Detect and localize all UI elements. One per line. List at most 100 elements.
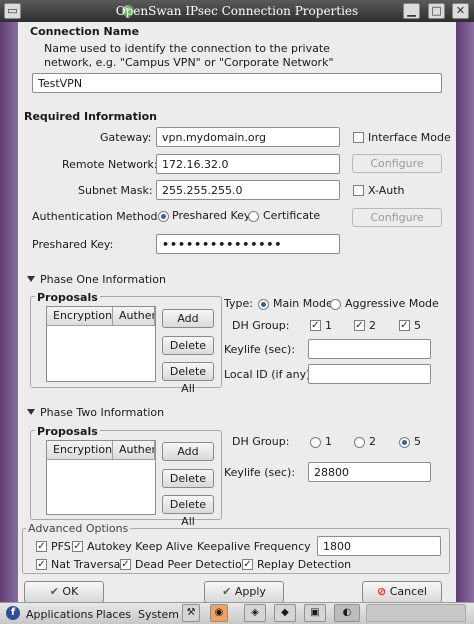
phase-two-delete-button[interactable]: Delete bbox=[162, 469, 214, 488]
local-id-field[interactable] bbox=[308, 364, 431, 384]
configure-interface-button[interactable]: Configure bbox=[352, 154, 442, 173]
interface-mode-checkbox[interactable] bbox=[353, 132, 364, 143]
taskbar-window-3-icon[interactable]: ▣ bbox=[304, 604, 326, 622]
phase-two-expander[interactable]: Phase Two Information bbox=[40, 406, 164, 419]
close-button[interactable]: ✕ bbox=[452, 3, 469, 19]
type-aggressive-radio[interactable] bbox=[330, 299, 341, 310]
local-id-label: Local ID (if any): bbox=[224, 368, 315, 381]
taskbar-openswan-window-icon[interactable]: ◐ bbox=[334, 604, 360, 622]
type-main-mode-label: Main Mode bbox=[273, 297, 333, 310]
phase-one-col-auth[interactable]: Authen bbox=[113, 307, 155, 326]
connection-name-heading: Connection Name bbox=[30, 25, 140, 38]
pfs-checkbox[interactable]: ✓ bbox=[36, 541, 47, 552]
phase-two-col-encryption[interactable]: Encryption bbox=[47, 441, 113, 460]
auth-psk-label: Preshared Key bbox=[172, 209, 251, 222]
phase-two-expander-icon[interactable] bbox=[27, 409, 35, 415]
phase-two-dh2-radio[interactable] bbox=[354, 437, 365, 448]
phase-two-keylife-field[interactable]: 28800 bbox=[308, 462, 431, 482]
x-auth-label: X-Auth bbox=[368, 184, 405, 197]
keepalive-field[interactable]: 1800 bbox=[317, 536, 441, 556]
connection-name-field[interactable]: TestVPN bbox=[32, 73, 442, 93]
interface-mode-label: Interface Mode bbox=[368, 131, 451, 144]
type-aggressive-label: Aggressive Mode bbox=[345, 297, 439, 310]
phase-two-dh5-label: 5 bbox=[414, 435, 421, 448]
remote-network-field[interactable]: 172.16.32.0 bbox=[156, 154, 340, 174]
phase-one-dh5-label: 5 bbox=[414, 319, 421, 332]
phase-one-delete-all-button[interactable]: Delete All bbox=[162, 362, 214, 395]
firefox-launcher-icon[interactable]: ◉ bbox=[210, 604, 228, 622]
dpd-checkbox[interactable]: ✓ bbox=[120, 559, 131, 570]
minimize-button[interactable]: ▁ bbox=[403, 3, 420, 19]
cancel-button[interactable]: ⊘ Cancel bbox=[362, 581, 442, 603]
replay-detection-label: Replay Detection bbox=[257, 558, 352, 571]
phase-one-keylife-label: Keylife (sec): bbox=[224, 343, 296, 356]
x-auth-checkbox[interactable] bbox=[353, 185, 364, 196]
phase-two-dh5-radio[interactable] bbox=[399, 437, 410, 448]
phase-one-expander[interactable]: Phase One Information bbox=[40, 273, 166, 286]
applications-menu[interactable]: Applications bbox=[26, 608, 93, 621]
autokey-label: Autokey Keep Alive bbox=[87, 540, 193, 553]
subnet-mask-label: Subnet Mask: bbox=[78, 184, 153, 197]
cancel-label: Cancel bbox=[389, 585, 427, 598]
auth-certificate-label: Certificate bbox=[263, 209, 321, 222]
replay-detection-checkbox[interactable]: ✓ bbox=[242, 559, 253, 570]
phase-one-dh-label: DH Group: bbox=[232, 319, 290, 332]
phase-two-add-button[interactable]: Add bbox=[162, 442, 214, 461]
preshared-key-label: Preshared Key: bbox=[32, 238, 114, 251]
taskbar-window-1-icon[interactable]: ◈ bbox=[244, 604, 266, 622]
ok-button[interactable]: ✔ OK bbox=[24, 581, 104, 603]
pfs-label: PFS bbox=[51, 540, 71, 553]
phase-one-dh1-label: 1 bbox=[325, 319, 332, 332]
required-info-heading: Required Information bbox=[24, 110, 157, 123]
desktop-background-left bbox=[0, 22, 18, 608]
system-menu[interactable]: System bbox=[138, 608, 179, 621]
keepalive-label: Keepalive Frequency bbox=[197, 540, 311, 553]
phase-one-col-encryption[interactable]: Encryption bbox=[47, 307, 113, 326]
subnet-mask-field[interactable]: 255.255.255.0 bbox=[156, 180, 340, 200]
gateway-label: Gateway: bbox=[100, 131, 152, 144]
phase-one-dh2-checkbox[interactable]: ✓ bbox=[354, 320, 365, 331]
apply-button[interactable]: ✔ Apply bbox=[204, 581, 284, 603]
gateway-field[interactable]: vpn.mydomain.org bbox=[156, 127, 340, 147]
phase-one-dh2-label: 2 bbox=[369, 319, 376, 332]
preshared-key-field[interactable]: ••••••••••••••• bbox=[156, 234, 340, 254]
nat-traversal-checkbox[interactable]: ✓ bbox=[36, 559, 47, 570]
maximize-button[interactable]: □ bbox=[428, 3, 445, 19]
phase-one-dh5-checkbox[interactable]: ✓ bbox=[399, 320, 410, 331]
nat-traversal-label: Nat Traversal bbox=[51, 558, 124, 571]
phase-one-dh1-checkbox[interactable]: ✓ bbox=[310, 320, 321, 331]
auth-certificate-radio[interactable] bbox=[248, 211, 259, 222]
taskbar-empty-slot bbox=[366, 604, 466, 622]
cancel-icon: ⊘ bbox=[377, 585, 387, 598]
ok-icon: ✔ bbox=[49, 585, 59, 598]
phase-one-keylife-field[interactable] bbox=[308, 339, 431, 359]
phase-two-dh1-label: 1 bbox=[325, 435, 332, 448]
places-menu[interactable]: Places bbox=[96, 608, 131, 621]
remote-network-label: Remote Network: bbox=[62, 158, 158, 171]
phase-one-proposals-title: Proposals bbox=[35, 291, 100, 304]
launcher-tool-icon[interactable]: ⚒ bbox=[182, 604, 200, 622]
auth-method-label: Authentication Method: bbox=[32, 210, 162, 223]
autokey-checkbox[interactable]: ✓ bbox=[72, 541, 83, 552]
connection-name-help-line2: network, e.g. "Campus VPN" or "Corporate… bbox=[44, 56, 334, 69]
phase-one-add-button[interactable]: Add bbox=[162, 309, 214, 328]
phase-two-keylife-label: Keylife (sec): bbox=[224, 466, 296, 479]
phase-two-delete-all-button[interactable]: Delete All bbox=[162, 495, 214, 528]
phase-two-col-auth[interactable]: Authen bbox=[113, 441, 155, 460]
phase-two-dh2-label: 2 bbox=[369, 435, 376, 448]
configure-auth-button[interactable]: Configure bbox=[352, 208, 442, 227]
dpd-label: Dead Peer Detection bbox=[135, 558, 249, 571]
phase-two-proposals-title: Proposals bbox=[35, 425, 100, 438]
auth-psk-radio[interactable] bbox=[158, 211, 169, 222]
apply-icon: ✔ bbox=[222, 585, 232, 598]
taskbar-window-2-icon[interactable]: ◆ bbox=[274, 604, 296, 622]
advanced-options-title: Advanced Options bbox=[26, 522, 131, 535]
phase-one-expander-icon[interactable] bbox=[27, 276, 35, 282]
phase-two-dh1-radio[interactable] bbox=[310, 437, 321, 448]
distro-logo-icon[interactable]: f bbox=[6, 606, 20, 620]
desktop-background-right bbox=[456, 22, 474, 608]
type-main-mode-radio[interactable] bbox=[258, 299, 269, 310]
phase-one-delete-button[interactable]: Delete bbox=[162, 336, 214, 355]
apply-label: Apply bbox=[234, 585, 266, 598]
connection-name-help-line1: Name used to identify the connection to … bbox=[44, 42, 330, 55]
